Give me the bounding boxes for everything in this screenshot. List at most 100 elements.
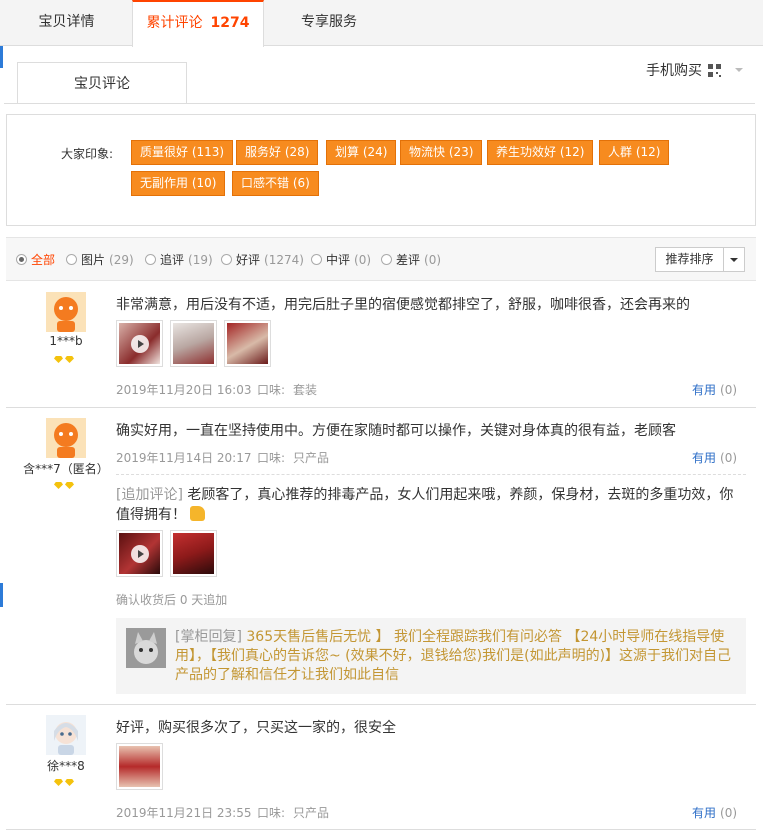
filter-count: (19) bbox=[188, 252, 213, 267]
filter-images[interactable]: 图片 (29) bbox=[66, 251, 134, 268]
followup-meta: 确认收货后 0 天追加 bbox=[116, 593, 228, 607]
impression-tag[interactable]: 服务好 (28) bbox=[236, 140, 319, 165]
useful-count: (0) bbox=[720, 806, 738, 820]
filter-label: 图片 bbox=[81, 253, 106, 267]
radio-icon bbox=[66, 254, 77, 265]
review-count: 1274 bbox=[210, 15, 250, 31]
tab-reviews[interactable]: 累计评论 1274 bbox=[132, 0, 264, 47]
followup-text: [追加评论] 老顾客了，真心推荐的排毒产品，女人们用起来哦，养颜，保身材，去斑的… bbox=[116, 484, 733, 504]
tab-bar: 宝贝详情 累计评论 1274 专享服务 bbox=[0, 0, 763, 47]
seller-avatar bbox=[126, 628, 166, 668]
side-marker bbox=[0, 46, 3, 68]
tab-label: 专享服务 bbox=[301, 14, 357, 30]
seller-reply-label: [掌柜回复] bbox=[175, 629, 242, 645]
seller-reply-text: [掌柜回复] 365天售后售后无忧 】 我们全程跟踪我们有问必答 【24小时导师… bbox=[175, 628, 735, 685]
chevron-down-icon bbox=[724, 257, 744, 262]
divider bbox=[116, 474, 746, 475]
useful-label: 有用 bbox=[692, 383, 717, 397]
filter-label: 全部 bbox=[31, 253, 56, 267]
impression-tag[interactable]: 质量很好 (113) bbox=[131, 140, 234, 165]
username[interactable]: 含***7（匿名） bbox=[20, 460, 112, 477]
filter-count: (1274) bbox=[264, 252, 304, 267]
radio-icon bbox=[221, 254, 232, 265]
avatar bbox=[46, 418, 86, 458]
radio-icon bbox=[145, 254, 156, 265]
impression-tag[interactable]: 口感不错 (6) bbox=[232, 171, 319, 196]
taste-label: 口味: bbox=[257, 806, 286, 820]
filter-count: (29) bbox=[109, 252, 134, 267]
useful-button[interactable]: 有用 (0) bbox=[692, 381, 737, 398]
filter-count: (0) bbox=[424, 252, 442, 267]
useful-count: (0) bbox=[720, 383, 738, 397]
radio-icon bbox=[381, 254, 392, 265]
tab-label: 累计评论 bbox=[146, 15, 203, 31]
filter-label: 好评 bbox=[236, 253, 261, 267]
tab-item-details[interactable]: 宝贝详情 bbox=[0, 0, 133, 46]
taste-label: 口味: bbox=[257, 451, 286, 465]
seller-reply-content: 365天售后售后无忧 】 我们全程跟踪我们有问必答 【24小时导师在线指导使用】… bbox=[175, 629, 732, 683]
filter-followup[interactable]: 追评 (19) bbox=[145, 251, 213, 268]
review-video-thumbnail[interactable] bbox=[116, 320, 163, 367]
review-image-thumbnail[interactable] bbox=[224, 320, 271, 367]
review-video-thumbnail[interactable] bbox=[116, 530, 163, 577]
impression-label: 大家印象: bbox=[61, 147, 114, 161]
followup-line: 值得拥有！ bbox=[116, 507, 186, 523]
review-text: 非常满意，用后没有不适，用完后肚子里的宿便感觉都排空了，舒服，咖啡很香，还会再来… bbox=[116, 297, 690, 313]
filter-label: 中评 bbox=[326, 253, 351, 267]
qr-code-icon bbox=[708, 63, 721, 77]
side-marker bbox=[0, 583, 3, 607]
avatar bbox=[46, 292, 86, 332]
review-image-thumbnail[interactable] bbox=[116, 743, 163, 790]
filter-neutral[interactable]: 中评 (0) bbox=[311, 251, 371, 268]
thumbs-up-icon bbox=[190, 506, 206, 521]
taste-value: 只产品 bbox=[293, 451, 330, 465]
review-item: 1***b 非常满意，用后没有不适，用完后肚子里的宿便感觉都排空了，舒服，咖啡很… bbox=[6, 282, 756, 408]
review-date: 2019年11月14日 20:17 bbox=[116, 451, 252, 465]
impression-tag[interactable]: 人群 (12) bbox=[599, 140, 670, 165]
username[interactable]: 1***b bbox=[26, 334, 106, 348]
filter-label: 差评 bbox=[396, 253, 421, 267]
mobile-buy-button[interactable]: 手机购买 bbox=[646, 60, 743, 80]
user-level-icon bbox=[54, 356, 74, 363]
followup-text: 值得拥有！ bbox=[116, 504, 206, 524]
review-item: 含***7（匿名） 确实好用，一直在坚持使用中。方便在家随时都可以操作，关键对身… bbox=[6, 408, 756, 705]
play-icon bbox=[131, 335, 149, 353]
followup-line: 老顾客了，真心推荐的排毒产品，女人们用起来哦，养颜，保身材，去斑的多重功效，你 bbox=[187, 487, 734, 503]
useful-label: 有用 bbox=[692, 451, 717, 465]
impression-tag[interactable]: 无副作用 (10) bbox=[131, 171, 226, 196]
review-image-thumbnail[interactable] bbox=[170, 530, 217, 577]
taste-label: 口味: bbox=[257, 383, 286, 397]
user-level-icon bbox=[54, 779, 74, 786]
mobile-buy-label: 手机购买 bbox=[646, 63, 702, 79]
followup-label: [追加评论] bbox=[116, 487, 183, 503]
useful-label: 有用 bbox=[692, 806, 717, 820]
filter-all[interactable]: 全部 bbox=[16, 251, 55, 268]
filter-positive[interactable]: 好评 (1274) bbox=[221, 251, 304, 268]
tab-services[interactable]: 专享服务 bbox=[264, 0, 394, 46]
review-item: 徐***8 好评，购买很多次了，只买这一家的，很安全 2019年11月21日 2… bbox=[6, 705, 756, 830]
radio-icon bbox=[16, 254, 27, 265]
review-image-thumbnail[interactable] bbox=[170, 320, 217, 367]
taste-value: 套装 bbox=[293, 383, 318, 397]
impression-tag[interactable]: 物流快 (23) bbox=[400, 140, 483, 165]
impression-tag[interactable]: 养生功效好 (12) bbox=[487, 140, 594, 165]
radio-icon bbox=[311, 254, 322, 265]
seller-reply: [掌柜回复] 365天售后售后无忧 】 我们全程跟踪我们有问必答 【24小时导师… bbox=[116, 618, 746, 694]
filter-label: 追评 bbox=[160, 253, 185, 267]
review-filter-bar: 全部 图片 (29) 追评 (19) 好评 (1274) 中评 (0) 差评 (0) 推荐… bbox=[6, 237, 756, 281]
taste-value: 只产品 bbox=[293, 806, 330, 820]
subtab-item-reviews[interactable]: 宝贝评论 bbox=[17, 62, 187, 104]
useful-count: (0) bbox=[720, 451, 738, 465]
useful-button[interactable]: 有用 (0) bbox=[692, 804, 737, 821]
user-level-icon bbox=[54, 482, 74, 489]
username[interactable]: 徐***8 bbox=[26, 757, 106, 774]
impression-panel: 大家印象: 质量很好 (113) 服务好 (28) 划算 (24) 物流快 (2… bbox=[6, 114, 756, 226]
impression-tag[interactable]: 划算 (24) bbox=[326, 140, 397, 165]
avatar bbox=[46, 715, 86, 755]
sort-label: 推荐排序 bbox=[656, 248, 724, 271]
useful-button[interactable]: 有用 (0) bbox=[692, 449, 737, 466]
chevron-down-icon bbox=[735, 68, 743, 72]
filter-negative[interactable]: 差评 (0) bbox=[381, 251, 441, 268]
review-date: 2019年11月20日 16:03 bbox=[116, 383, 252, 397]
sort-dropdown[interactable]: 推荐排序 bbox=[655, 247, 745, 272]
